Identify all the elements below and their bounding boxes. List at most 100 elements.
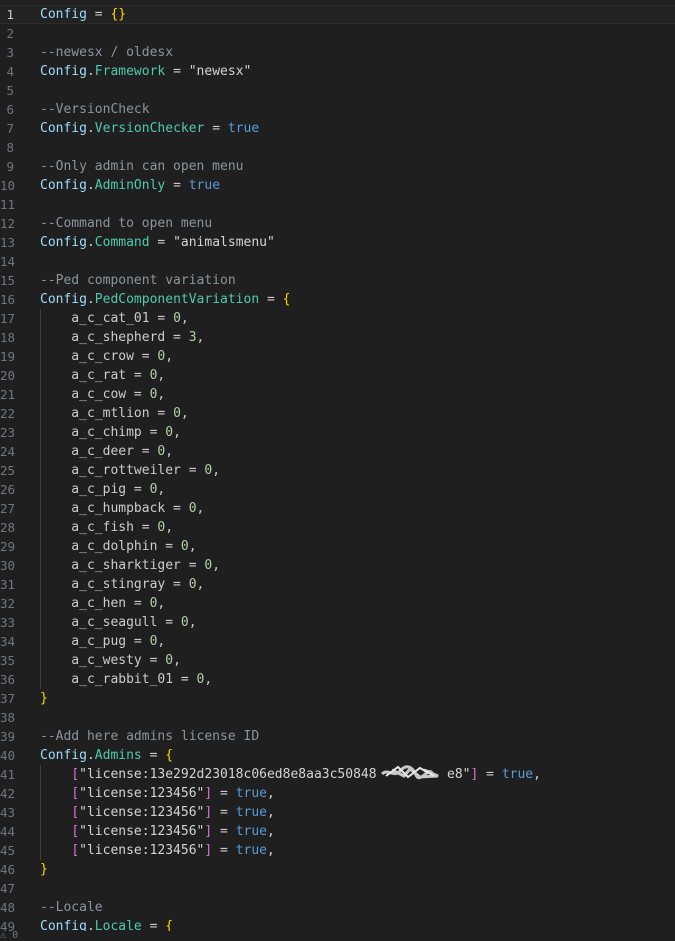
code-token: , [173, 425, 181, 440]
code-line[interactable]: 29 a_c_dolphin = 0, [0, 537, 675, 556]
code-token: --Locale [40, 900, 103, 915]
code-line[interactable]: 46} [0, 860, 675, 879]
line-number: 37 [0, 691, 16, 706]
code-token: , [196, 577, 205, 592]
code-line[interactable]: 16 Config.PedComponentVariation = { [0, 290, 675, 309]
code-token: 0 [180, 539, 189, 554]
code-token: true [235, 786, 267, 801]
code-line[interactable]: 8 [0, 138, 675, 157]
code-token: = [141, 425, 166, 440]
code-token: Admins [94, 748, 142, 763]
code-line[interactable]: 45 ["license:123456"] = true, [0, 841, 675, 860]
line-number: 7 [6, 121, 14, 136]
code-token: a_c_mtlion [40, 406, 150, 421]
code-token: , [157, 368, 166, 383]
code-token: = [157, 615, 181, 630]
code-token: [ [71, 843, 80, 858]
code-line[interactable]: 2 [0, 24, 675, 43]
code-token: 0 [188, 501, 197, 516]
code-token: a_c_crow [40, 349, 134, 364]
code-token: . [86, 121, 95, 136]
code-token: , [165, 444, 174, 459]
code-line[interactable]: 26 a_c_pig = 0, [0, 480, 675, 499]
line-number: 8 [6, 140, 14, 155]
code-token: a_c_chimp [40, 425, 142, 440]
code-token: true [235, 843, 267, 858]
code-token: a_c_rottweiler [40, 463, 181, 478]
code-token: , [157, 387, 166, 402]
line-code: a_c_hen = 0, [40, 594, 165, 613]
line-number: 4 [6, 64, 14, 79]
code-line[interactable]: 18 a_c_shepherd = 3, [0, 328, 675, 347]
line-number: 21 [0, 387, 16, 402]
code-line[interactable]: 36 a_c_rabbit_01 = 0, [0, 670, 675, 689]
editor-top-strip [0, 0, 675, 4]
line-code: a_c_fish = 0, [40, 518, 173, 537]
code-line[interactable]: 15 --Ped component variation [0, 271, 675, 290]
code-token: 0 [180, 615, 189, 630]
line-code: a_c_cat_01 = 0, [40, 309, 188, 328]
code-line[interactable]: 35 a_c_westy = 0, [0, 651, 675, 670]
code-token: PedComponentVariation [94, 292, 260, 307]
code-token: , [212, 463, 221, 478]
code-line[interactable]: 47 [0, 879, 675, 898]
code-line[interactable]: 34 a_c_pug = 0, [0, 632, 675, 651]
code-line[interactable]: 48 --Locale [0, 898, 675, 917]
code-token: , [533, 767, 541, 782]
code-line[interactable]: 23 a_c_chimp = 0, [0, 423, 675, 442]
line-number: 35 [0, 653, 16, 668]
code-line[interactable]: 43 ["license:123456"] = true, [0, 803, 675, 822]
code-line[interactable]: 39 --Add here admins license ID [0, 727, 675, 746]
code-line[interactable]: 19 a_c_crow = 0, [0, 347, 675, 366]
code-line[interactable]: 5 [0, 81, 675, 100]
code-line[interactable]: 24 a_c_deer = 0, [0, 442, 675, 461]
code-line[interactable]: 44 ["license:123456"] = true, [0, 822, 675, 841]
code-line[interactable]: 12 --Command to open menu [0, 214, 675, 233]
code-token: = [86, 7, 111, 22]
code-line[interactable]: 17 a_c_cat_01 = 0, [0, 309, 675, 328]
line-number: 32 [0, 596, 16, 611]
code-line[interactable]: 33 a_c_seagull = 0, [0, 613, 675, 632]
code-token: = [126, 482, 150, 497]
code-line[interactable]: 28 a_c_fish = 0, [0, 518, 675, 537]
code-token: , [267, 824, 275, 839]
code-line[interactable]: 10 Config.AdminOnly = true [0, 176, 675, 195]
code-line[interactable]: 41 ["license:13e292d23018c06ed8e8aa3c508… [0, 765, 675, 784]
code-line[interactable]: 7 Config.VersionChecker = true [0, 119, 675, 138]
code-line[interactable]: 42 ["license:123456"] = true, [0, 784, 675, 803]
code-line[interactable]: 25 a_c_rottweiler = 0, [0, 461, 675, 480]
line-number: 31 [0, 577, 16, 592]
code-line[interactable]: 4 Config.Framework = "newesx" [0, 62, 675, 81]
code-line[interactable]: 6 --VersionCheck [0, 100, 675, 119]
code-editor[interactable]: 1 Config = {} 2 3 --newesx / oldesx 4 Config.F… [0, 0, 675, 941]
code-line[interactable]: 21 a_c_cow = 0, [0, 385, 675, 404]
code-line[interactable]: 22 a_c_mtlion = 0, [0, 404, 675, 423]
code-token: = [149, 311, 174, 326]
code-token: Config [40, 748, 87, 763]
code-token: Command [94, 235, 150, 250]
code-token: a_c_sharktiger [40, 558, 181, 573]
code-line[interactable]: 13 Config.Command = "animalsmenu" [0, 233, 675, 252]
code-token: = [478, 767, 502, 782]
code-line[interactable]: 27 a_c_humpback = 0, [0, 499, 675, 518]
line-code: a_c_rottweiler = 0, [40, 461, 220, 480]
code-line[interactable]: 32 a_c_hen = 0, [0, 594, 675, 613]
code-line[interactable]: 31 a_c_stingray = 0, [0, 575, 675, 594]
code-line[interactable]: 40 Config.Admins = { [0, 746, 675, 765]
line-code: --Command to open menu [40, 214, 212, 233]
line-number: 3 [6, 45, 14, 60]
code-line[interactable]: 1 Config = {} [0, 5, 675, 24]
code-line[interactable]: 20 a_c_rat = 0, [0, 366, 675, 385]
code-line[interactable]: 37} [0, 689, 675, 708]
line-code: --Only admin can open menu [40, 157, 244, 176]
code-line[interactable]: 9 --Only admin can open menu [0, 157, 675, 176]
code-line[interactable]: 38 [0, 708, 675, 727]
code-line[interactable]: 11 [0, 195, 675, 214]
line-code: a_c_crow = 0, [40, 347, 173, 366]
code-line[interactable]: 14 [0, 252, 675, 271]
code-line[interactable]: 30 a_c_sharktiger = 0, [0, 556, 675, 575]
code-line[interactable]: 3 --newesx / oldesx [0, 43, 675, 62]
code-token: "license:123456" [79, 824, 205, 839]
